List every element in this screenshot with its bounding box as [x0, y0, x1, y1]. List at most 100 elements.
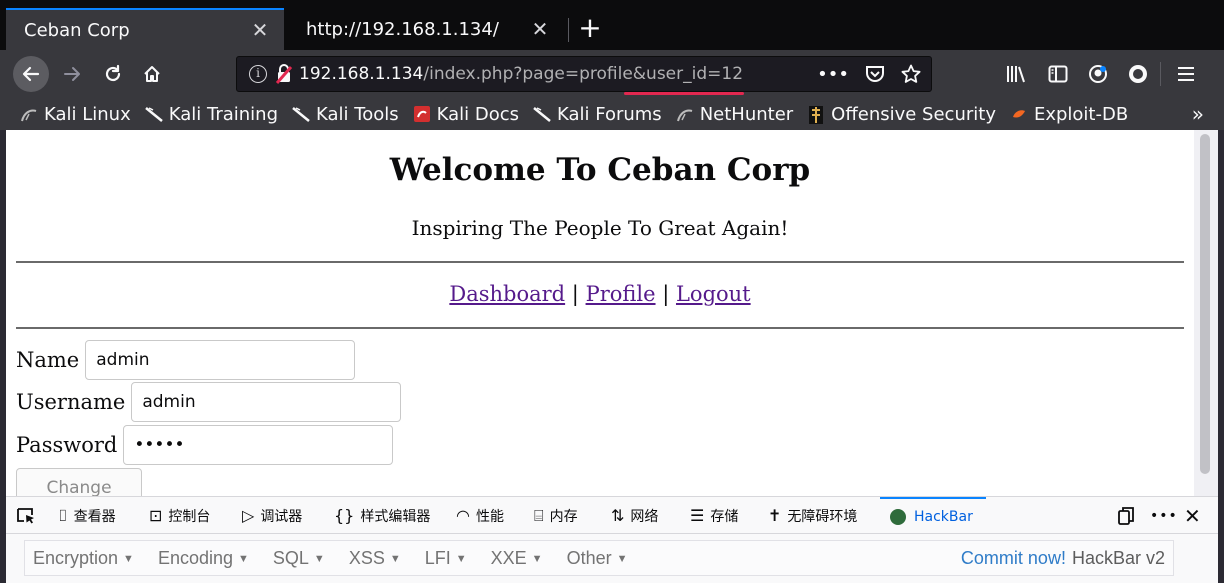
devtools-tab-memory[interactable]: ⌸ 内存	[534, 497, 578, 534]
caret-down-icon: ▼	[531, 552, 543, 565]
element-picker-icon[interactable]	[16, 497, 44, 534]
bookmark-label: Kali Docs	[436, 103, 519, 125]
hackbar-menu-xxe[interactable]: XXE ▼	[491, 548, 543, 569]
change-button[interactable]: Change	[16, 468, 142, 496]
sidebar-icon[interactable]	[1046, 63, 1070, 85]
tab-ip-address[interactable]: http://192.168.1.134/ ✕	[288, 8, 564, 50]
bookmark-kali-docs[interactable]: Kali Docs	[413, 104, 519, 125]
devtools-tab-debugger[interactable]: ▷ 调试器	[242, 497, 302, 534]
name-field[interactable]	[85, 340, 356, 380]
hackbar-menu-bar: Encryption ▼ Encoding ▼ SQL ▼ XSS ▼ LFI ▼ XXE…	[24, 540, 1174, 576]
new-tab-button[interactable]: +	[576, 8, 604, 48]
tab-strip: Ceban Corp ✕ http://192.168.1.134/ ✕ +	[0, 0, 1224, 50]
arrow-right-icon	[64, 67, 80, 81]
tab-ceban-corp[interactable]: Ceban Corp ✕	[6, 8, 284, 50]
dock-mode-icon[interactable]	[1116, 497, 1136, 534]
url-bar[interactable]: i 192.168.1.134/index.php?page=profile&u…	[236, 56, 932, 92]
divider	[16, 327, 1184, 329]
hackbar-menu-encryption[interactable]: Encryption ▼	[33, 548, 134, 569]
devtools-close-button[interactable]: ✕	[1184, 497, 1201, 534]
password-field[interactable]	[123, 425, 394, 465]
devtools-tab-storage[interactable]: ☰ 存储	[690, 497, 738, 534]
caret-down-icon: ▼	[238, 552, 249, 565]
tab-label: http://192.168.1.134/	[306, 18, 499, 40]
username-field[interactable]	[131, 382, 402, 422]
nav-separator: |	[571, 282, 579, 306]
bookmark-star-icon[interactable]	[901, 64, 921, 84]
kali-docs-icon	[413, 105, 431, 123]
url-highlight-underline	[624, 92, 744, 95]
bookmark-offensive-security[interactable]: Offensive Security	[807, 104, 996, 125]
hackbar-menu-lfi[interactable]: LFI ▼	[425, 548, 467, 569]
devtools-tab-label: HackBar	[914, 508, 973, 525]
library-icon[interactable]	[1004, 63, 1028, 85]
bookmark-label: Exploit-DB	[1033, 103, 1129, 125]
devtools-tab-label: 性能	[475, 508, 504, 525]
bookmark-kali-forums[interactable]: Kali Forums	[533, 104, 662, 125]
inspector-icon: ⌷	[58, 505, 68, 525]
bookmark-label: Kali Forums	[557, 103, 662, 125]
caret-down-icon: ▼	[455, 552, 467, 565]
devtools-tab-style-editor[interactable]: {} 样式编辑器	[334, 497, 430, 534]
window-edge	[1218, 130, 1224, 583]
reload-button[interactable]	[95, 56, 131, 92]
hackbar-menu-sql[interactable]: SQL ▼	[273, 548, 325, 569]
hamburger-menu-icon[interactable]	[1174, 63, 1198, 85]
site-nav: Dashboard | Profile | Logout	[6, 282, 1194, 306]
bookmark-kali-training[interactable]: Kali Training	[144, 103, 279, 125]
insecure-lock-icon[interactable]	[275, 64, 293, 84]
pocket-icon[interactable]	[865, 65, 885, 83]
menu-label: Encryption	[33, 547, 119, 568]
devtools-tab-performance[interactable]: ◠ 性能	[456, 497, 504, 534]
account-icon[interactable]	[1086, 63, 1110, 85]
hackbar-menu-xss[interactable]: XSS ▼	[349, 548, 401, 569]
page-actions-icon[interactable]: •••	[817, 64, 849, 85]
scrollbar-thumb[interactable]	[1200, 134, 1210, 474]
extension-icon[interactable]	[1126, 63, 1150, 85]
bookmark-label: Kali Training	[168, 103, 279, 125]
profile-link[interactable]: Profile	[586, 282, 656, 306]
page-scrollbar[interactable]	[1194, 130, 1218, 496]
hackbar-menu-other[interactable]: Other ▼	[567, 548, 628, 569]
kali-dragon-icon	[144, 105, 163, 123]
devtools-tab-console[interactable]: ⊡ 控制台	[149, 497, 210, 534]
devtools-tab-inspector[interactable]: ⌷ 查看器	[58, 497, 116, 534]
bookmarks-overflow-button[interactable]: »	[1192, 102, 1204, 126]
bookmark-label: Kali Linux	[44, 103, 131, 125]
bookmark-label: Offensive Security	[831, 103, 996, 125]
close-icon[interactable]: ✕	[248, 18, 272, 42]
bookmark-nethunter[interactable]: NetHunter	[676, 104, 793, 125]
page-title: Welcome To Ceban Corp	[389, 152, 811, 188]
home-button[interactable]	[134, 56, 170, 92]
info-icon[interactable]: i	[249, 65, 267, 83]
page-viewport: Welcome To Ceban Corp Inspiring The Peop…	[6, 130, 1194, 496]
toolbar-divider	[1160, 62, 1161, 86]
devtools-toolbar: ⌷ 查看器 ⊡ 控制台 ▷ 调试器 {} 样式编辑器 ◠ 性能 ⌸ 内存 ⇅ 网络 ☰ 存储 ✝…	[6, 496, 1218, 534]
close-icon[interactable]: ✕	[528, 17, 552, 41]
bookmark-kali-tools[interactable]: Kali Tools	[292, 104, 399, 125]
storage-icon: ☰	[690, 506, 705, 525]
url-text[interactable]: 192.168.1.134/index.php?page=profile&use…	[299, 64, 743, 84]
url-path: /index.php?page=profile&user_id=12	[423, 64, 744, 84]
commit-now-link[interactable]: Commit now!	[961, 548, 1066, 569]
devtools-more-button[interactable]: •••	[1150, 497, 1178, 534]
devtools-tab-accessibility[interactable]: ✝ 无障碍环境	[768, 497, 857, 534]
bookmark-label: NetHunter	[699, 103, 794, 125]
back-button[interactable]	[13, 56, 49, 92]
devtools-tab-label: 查看器	[73, 508, 116, 525]
hackbar-menu-encoding[interactable]: Encoding ▼	[158, 548, 249, 569]
username-label: Username	[16, 390, 126, 414]
forward-button[interactable]	[54, 56, 90, 92]
devtools-tab-network[interactable]: ⇅ 网络	[611, 497, 658, 534]
bookmark-kali-linux[interactable]: Kali Linux	[20, 104, 131, 125]
bookmark-exploit-db[interactable]: Exploit-DB	[1010, 104, 1128, 125]
tab-label: Ceban Corp	[24, 19, 130, 41]
logout-link[interactable]: Logout	[676, 282, 751, 306]
devtools-tab-hackbar[interactable]: HackBar	[880, 497, 986, 534]
dashboard-link[interactable]: Dashboard	[449, 282, 565, 306]
kali-dragon-icon	[533, 105, 551, 123]
password-row: Password	[16, 425, 394, 465]
bookmark-label: Kali Tools	[316, 103, 399, 125]
name-label: Name	[16, 348, 80, 372]
style-editor-icon: {}	[334, 506, 355, 525]
